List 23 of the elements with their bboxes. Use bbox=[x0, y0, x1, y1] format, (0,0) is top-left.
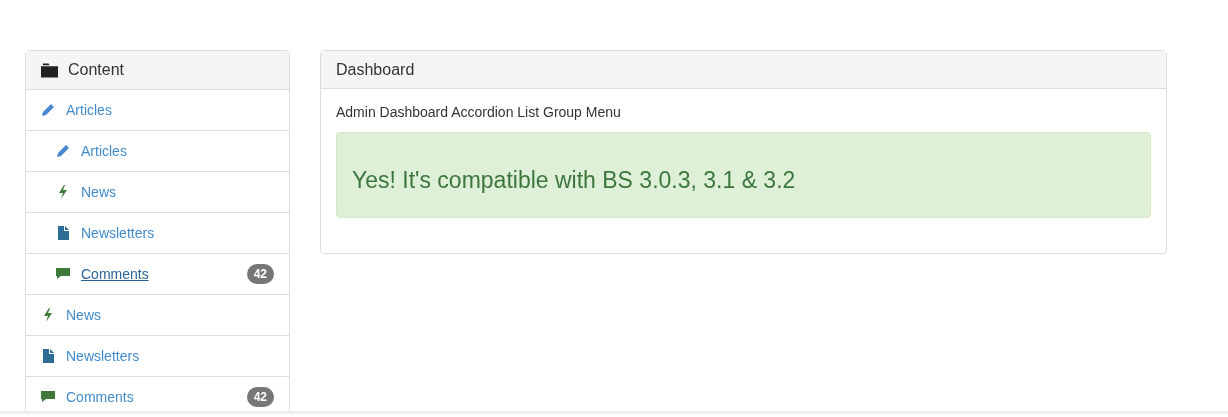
pencil-icon bbox=[41, 103, 55, 117]
menu-link[interactable]: Comments bbox=[81, 266, 149, 282]
file-icon bbox=[56, 226, 70, 240]
comment-icon bbox=[56, 267, 70, 281]
menu-link[interactable]: News bbox=[66, 307, 101, 323]
panel-title: Dashboard bbox=[336, 60, 415, 79]
pencil-icon bbox=[56, 144, 70, 158]
menu-link[interactable]: Articles bbox=[66, 102, 112, 118]
comment-icon bbox=[41, 390, 55, 404]
lightning-icon bbox=[41, 308, 55, 322]
folder-icon bbox=[41, 62, 58, 78]
file-icon bbox=[41, 349, 55, 363]
menu-link[interactable]: Newsletters bbox=[66, 348, 140, 364]
lightning-icon bbox=[56, 185, 70, 199]
menu-link[interactable]: News bbox=[81, 184, 116, 200]
sidebar-title: Content bbox=[68, 61, 125, 79]
count-badge: 42 bbox=[246, 264, 274, 284]
count-badge: 42 bbox=[246, 387, 274, 407]
success-alert: Yes! It's compatible with BS 3.0.3, 3.1 & 3.2 bbox=[336, 132, 1151, 218]
menu-link[interactable]: Articles bbox=[81, 143, 127, 159]
menu-link[interactable]: Comments bbox=[66, 389, 134, 405]
menu-link[interactable]: Newsletters bbox=[81, 225, 155, 241]
panel-text: Admin Dashboard Accordion List Group Menu bbox=[336, 104, 622, 120]
